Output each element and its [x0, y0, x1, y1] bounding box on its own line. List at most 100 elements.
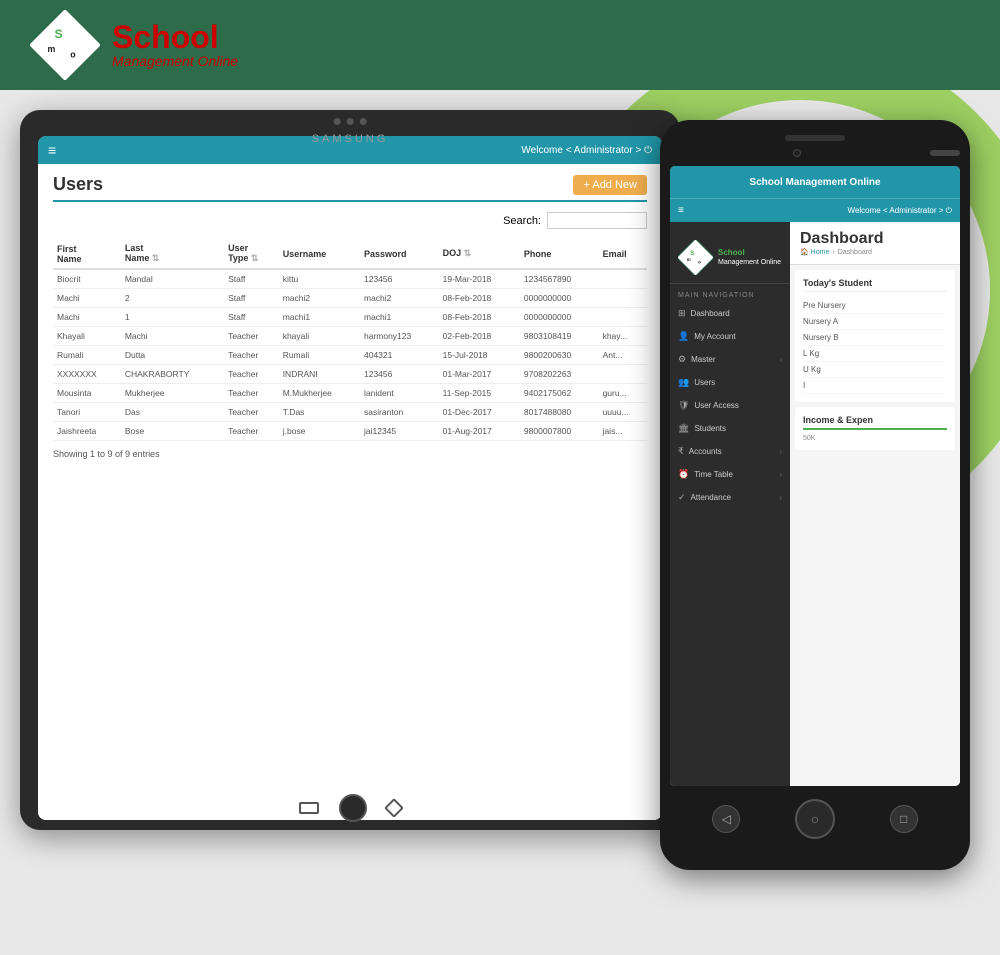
table-row: TanoriDasTeacherT.Dassasiranton01-Dec-20… [53, 403, 647, 422]
header-bar: S m o School Management Online [0, 0, 1000, 90]
table-cell: jai12345 [360, 422, 439, 441]
students-section: Today's Student Pre Nursery Nursery A Nu… [795, 270, 955, 402]
student-row-nurseryA: Nursery A [803, 314, 947, 330]
brand-name: School [112, 21, 238, 53]
hamburger-icon[interactable]: ≡ [48, 142, 56, 158]
table-body: BiocritMandalStaffkittu12345619-Mar-2018… [53, 269, 647, 441]
master-arrow: › [779, 355, 782, 364]
attendance-arrow: › [779, 493, 782, 502]
phone-brand-text: School Management Online [718, 248, 781, 267]
sidebar-item-students[interactable]: 🏛 Students [670, 417, 790, 440]
students-icon: 🏛 [678, 423, 689, 434]
phone-screen: School Management Online ≡ Welcome < Adm… [670, 166, 960, 786]
table-cell: Teacher [224, 403, 279, 422]
table-cell: Tanori [53, 403, 121, 422]
tablet-screen: ≡ Welcome < Administrator > ⏻ Users + Ad… [38, 136, 662, 820]
income-value: 50K [803, 435, 947, 442]
table-cell: Staff [224, 289, 279, 308]
table-cell: Teacher [224, 327, 279, 346]
svg-text:m: m [48, 44, 56, 54]
student-label-nurseryB: Nursery B [803, 333, 839, 342]
tablet-bottom-buttons [299, 794, 401, 822]
logo-area: S m o School Management Online [30, 10, 238, 80]
table-cell: 9803108419 [520, 327, 599, 346]
col-firstname: FirstName [53, 239, 121, 269]
sidebar-item-timetable[interactable]: ⏰ Time Table › [670, 463, 790, 486]
menu-button[interactable]: □ [890, 805, 918, 833]
table-cell: CHAKRABORTY [121, 365, 224, 384]
table-cell: khayali [279, 327, 360, 346]
timetable-icon: ⏰ [678, 469, 689, 480]
table-cell: j.bose [279, 422, 360, 441]
table-cell: Biocrit [53, 269, 121, 289]
table-cell: 01-Aug-2017 [439, 422, 520, 441]
tablet-btn-menu[interactable] [384, 798, 404, 818]
sidebar-label-users: Users [694, 378, 715, 387]
table-cell: Rumali [53, 346, 121, 365]
tablet-btn-home[interactable] [339, 794, 367, 822]
phone-nav-bar: ≡ Welcome < Administrator > ⏻ [670, 198, 960, 222]
table-cell: 1 [121, 308, 224, 327]
search-input[interactable] [547, 212, 647, 229]
col-password: Password [360, 239, 439, 269]
student-row-lkg: L Kg [803, 346, 947, 362]
table-cell: INDRANI [279, 365, 360, 384]
table-cell: jais... [599, 422, 647, 441]
sidebar-label-accounts: Accounts [689, 447, 722, 456]
phone-hamburger[interactable]: ≡ [678, 205, 684, 216]
table-cell: Rumali [279, 346, 360, 365]
table-cell: 404321 [360, 346, 439, 365]
home-button[interactable]: ○ [795, 799, 835, 839]
table-cell: Ant... [599, 346, 647, 365]
table-row: BiocritMandalStaffkittu12345619-Mar-2018… [53, 269, 647, 289]
table-cell: machi1 [360, 308, 439, 327]
table-cell: Das [121, 403, 224, 422]
student-label-lkg: L Kg [803, 349, 819, 358]
table-cell: sasiranton [360, 403, 439, 422]
table-cell [599, 365, 647, 384]
income-section: Income & Expen 50K [795, 407, 955, 450]
add-new-button[interactable]: + Add New [573, 175, 647, 195]
table-cell: 9800007800 [520, 422, 599, 441]
table-row: KhayaliMachiTeacherkhayaliharmony12302-F… [53, 327, 647, 346]
table-cell: 02-Feb-2018 [439, 327, 520, 346]
sidebar-item-dashboard[interactable]: ⊞ Dashboard [670, 302, 790, 325]
sidebar-item-accounts[interactable]: ₹ Accounts › [670, 440, 790, 463]
sidebar-item-useraccess[interactable]: 🛡 User Access [670, 394, 790, 417]
table-cell [599, 289, 647, 308]
phone-top-bar: School Management Online [670, 166, 960, 198]
phone-logo-icon: S m o [678, 240, 713, 275]
tablet-dots [334, 118, 367, 125]
svg-text:S: S [55, 27, 63, 41]
student-row-nurseryB: Nursery B [803, 330, 947, 346]
dashboard-header: Dashboard 🏠 Home › Dashboard [790, 222, 960, 265]
main-content: SAMSUNG ≡ Welcome < Administrator > ⏻ Us… [0, 90, 1000, 955]
table-cell: 9402175062 [520, 384, 599, 403]
table-cell: M.Mukherjee [279, 384, 360, 403]
sidebar-label-students: Students [694, 424, 726, 433]
tablet-brand: SAMSUNG [312, 133, 389, 145]
sidebar-item-master[interactable]: ⚙ Master › [670, 348, 790, 371]
table-cell: 123456 [360, 269, 439, 289]
breadcrumb-home: 🏠 Home [800, 248, 829, 256]
table-header-row: FirstName LastName ⇅ UserType ⇅ Username… [53, 239, 647, 269]
users-title: Users [53, 174, 103, 195]
sidebar-item-users[interactable]: 👥 Users [670, 371, 790, 394]
sidebar-label-timetable: Time Table [694, 470, 733, 479]
student-row-1: I [803, 378, 947, 394]
tablet-btn-back[interactable] [299, 802, 319, 814]
table-cell: Machi [53, 308, 121, 327]
sidebar-item-attendance[interactable]: ✓ Attendance › [670, 486, 790, 509]
dashboard-icon: ⊞ [678, 308, 686, 319]
table-cell: 01-Dec-2017 [439, 403, 520, 422]
back-button[interactable]: ◁ [712, 805, 740, 833]
accounts-arrow: › [779, 447, 782, 456]
table-cell [599, 269, 647, 289]
table-cell: 01-Mar-2017 [439, 365, 520, 384]
table-cell: harmony123 [360, 327, 439, 346]
table-cell: Teacher [224, 365, 279, 384]
accounts-icon: ₹ [678, 446, 684, 457]
sidebar-item-myaccount[interactable]: 👤 My Account [670, 325, 790, 348]
table-cell: 11-Sep-2015 [439, 384, 520, 403]
table-cell: Machi [53, 289, 121, 308]
